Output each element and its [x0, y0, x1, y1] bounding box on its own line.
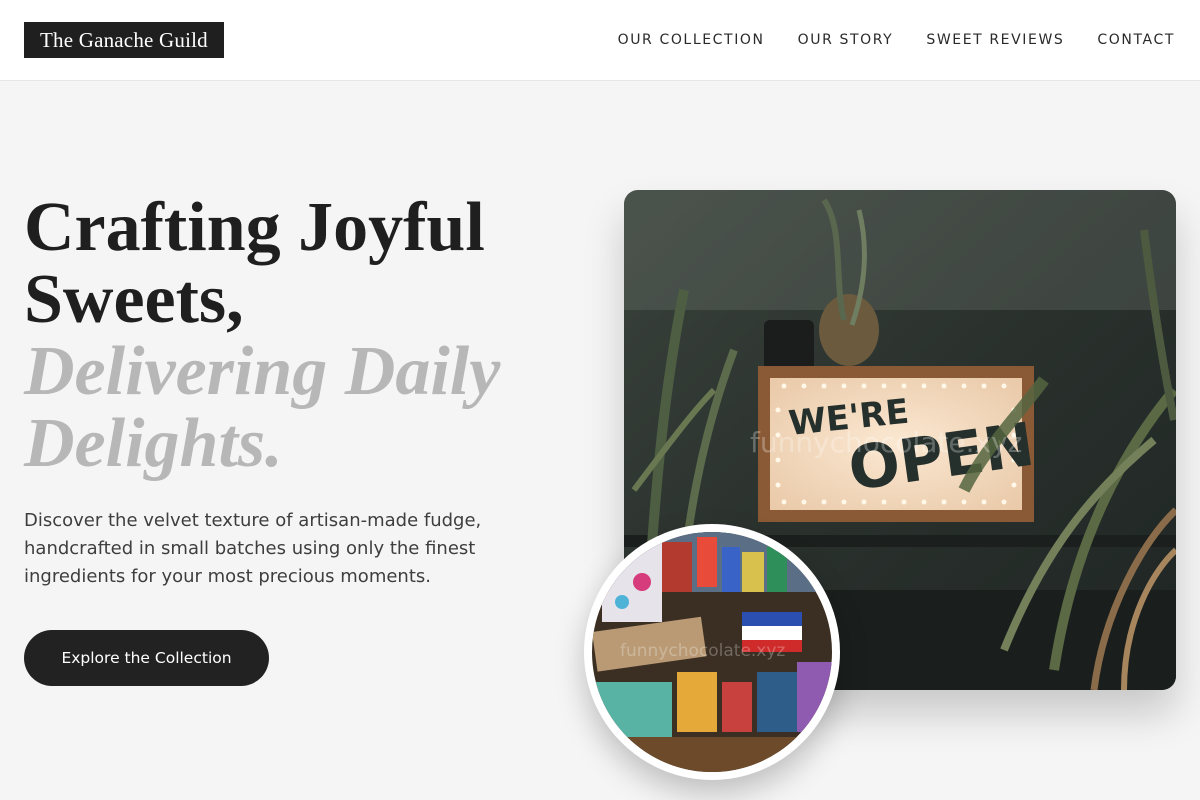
circle-image-watermark: funnychocolate.xyz [620, 641, 785, 661]
site-header: The Ganache Guild OUR COLLECTION OUR STO… [0, 0, 1200, 81]
explore-collection-button[interactable]: Explore the Collection [24, 630, 269, 686]
hero-description: Discover the velvet texture of artisan-m… [24, 510, 482, 587]
hero-headline: Crafting Joyful Sweets, Delivering Daily… [24, 192, 584, 480]
hero-circle-image: funnychocolate.xyz [584, 524, 840, 780]
nav-our-story[interactable]: OUR STORY [798, 30, 894, 50]
headline-line-1: Crafting Joyful [24, 189, 485, 266]
site-logo[interactable]: The Ganache Guild [24, 22, 224, 58]
nav-sweet-reviews[interactable]: SWEET REVIEWS [926, 30, 1064, 50]
headline-line-3: Delivering Daily [24, 333, 501, 410]
nav-contact[interactable]: CONTACT [1097, 30, 1175, 50]
main-nav: OUR COLLECTION OUR STORY SWEET REVIEWS C… [618, 30, 1175, 50]
main-image-watermark: funnychocolate.xyz [750, 426, 1022, 459]
nav-our-collection[interactable]: OUR COLLECTION [618, 30, 765, 50]
headline-line-4: Delights. [24, 405, 283, 482]
headline-line-2: Sweets, [24, 261, 244, 338]
